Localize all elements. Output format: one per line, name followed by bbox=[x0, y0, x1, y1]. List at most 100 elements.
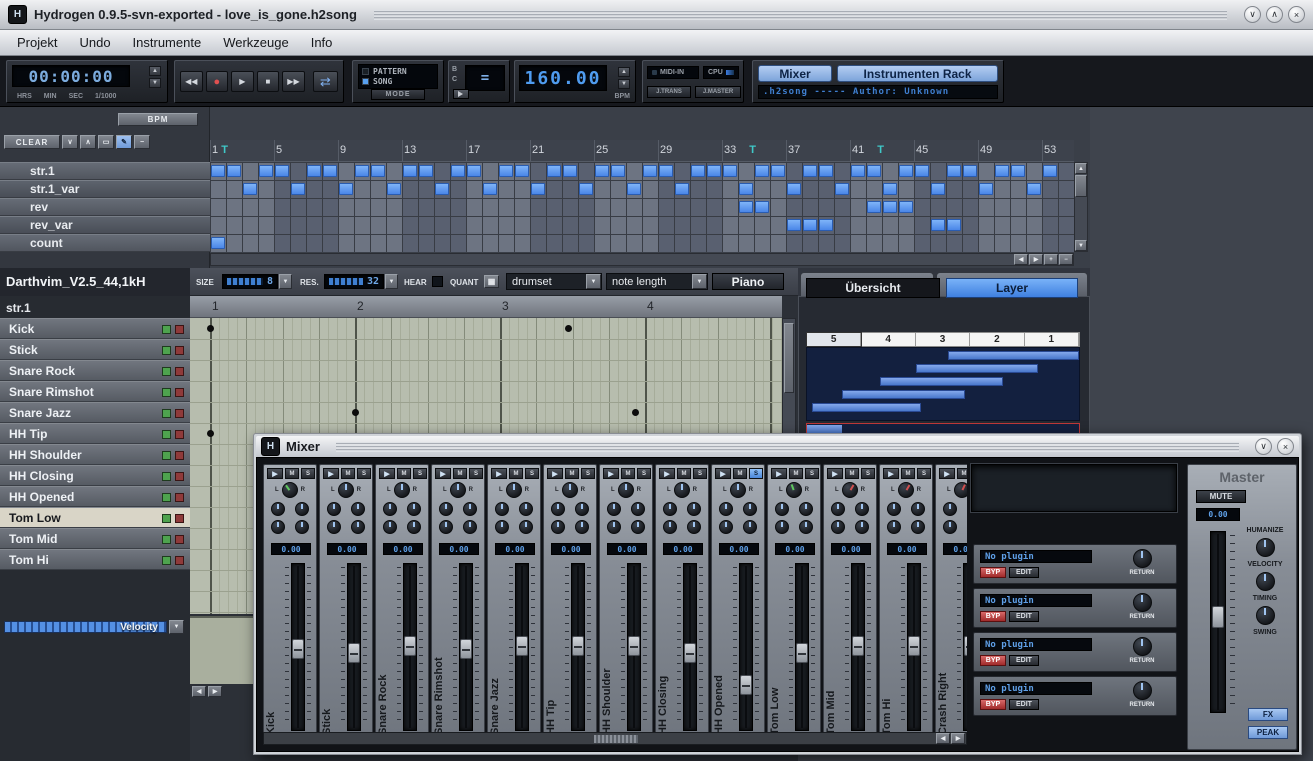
hear-toggle[interactable] bbox=[432, 276, 443, 287]
fx-send-knob-3[interactable] bbox=[495, 520, 509, 534]
instrument-mute-led[interactable] bbox=[162, 346, 171, 355]
fx-bypass-button[interactable]: BYP bbox=[980, 699, 1006, 710]
fx-send-knob-1[interactable] bbox=[495, 502, 509, 516]
fx-send-knob-3[interactable] bbox=[943, 520, 957, 534]
layer-number-3[interactable]: 3 bbox=[916, 333, 970, 346]
fx-send-knob-1[interactable] bbox=[327, 502, 341, 516]
song-pattern-cell[interactable] bbox=[211, 237, 225, 249]
song-pattern-cell[interactable] bbox=[291, 183, 305, 195]
song-pattern-cell[interactable] bbox=[899, 201, 913, 213]
note-dot[interactable] bbox=[632, 409, 639, 416]
fx-send-knob-1[interactable] bbox=[775, 502, 789, 516]
fx-edit-button[interactable]: EDIT bbox=[1009, 611, 1039, 622]
layer-bar[interactable] bbox=[842, 390, 964, 399]
song-mode-row[interactable]: SONG bbox=[362, 77, 434, 86]
master-mute-button[interactable]: MUTE bbox=[1196, 490, 1246, 503]
fx-return-knob[interactable] bbox=[1133, 593, 1152, 612]
instrument-solo-led[interactable] bbox=[175, 472, 184, 481]
strip-fader[interactable] bbox=[515, 563, 529, 731]
fx-send-knob-4[interactable] bbox=[575, 520, 589, 534]
strip-fader-handle[interactable] bbox=[852, 636, 864, 656]
fx-send-knob-1[interactable] bbox=[663, 502, 677, 516]
forward-button[interactable]: ▶▶ bbox=[282, 71, 305, 92]
fx-send-knob-1[interactable] bbox=[551, 502, 565, 516]
pattern-vscroll-thumb[interactable] bbox=[784, 323, 794, 393]
song-pattern-cell[interactable] bbox=[899, 165, 913, 177]
rewind-button[interactable]: ◀◀ bbox=[180, 71, 203, 92]
instrument-mute-led[interactable] bbox=[162, 514, 171, 523]
instrument-solo-led[interactable] bbox=[175, 451, 184, 460]
fx-send-knob-2[interactable] bbox=[519, 502, 533, 516]
pan-knob[interactable] bbox=[954, 482, 967, 498]
song-pattern-cell[interactable] bbox=[867, 201, 881, 213]
song-pattern-cell[interactable] bbox=[563, 165, 577, 177]
tempo-marker[interactable]: T bbox=[877, 144, 884, 156]
note-dot[interactable] bbox=[352, 409, 359, 416]
strip-fader-handle[interactable] bbox=[628, 636, 640, 656]
song-tool-button-2[interactable]: ▭ bbox=[98, 135, 114, 149]
strip-fader[interactable] bbox=[851, 563, 865, 731]
strip-solo-button[interactable]: S bbox=[357, 468, 371, 479]
strip-play-button[interactable]: ▶ bbox=[267, 468, 283, 479]
instrument-row-hh-opened[interactable]: HH Opened bbox=[0, 486, 190, 507]
song-pattern-cell[interactable] bbox=[451, 165, 465, 177]
timeline-tick-label[interactable]: 1 bbox=[212, 144, 218, 156]
strip-mute-button[interactable]: M bbox=[509, 468, 523, 479]
pattern-list-item-rev[interactable]: rev bbox=[0, 198, 210, 216]
timeline-tick-label[interactable]: 37 bbox=[788, 144, 800, 156]
song-pattern-cell[interactable] bbox=[339, 183, 353, 195]
strip-play-button[interactable]: ▶ bbox=[379, 468, 395, 479]
fx-send-knob-2[interactable] bbox=[295, 502, 309, 516]
strip-solo-button[interactable]: S bbox=[917, 468, 931, 479]
song-pattern-cell[interactable] bbox=[803, 219, 817, 231]
fx-bypass-button[interactable]: BYP bbox=[980, 611, 1006, 622]
song-pattern-cell[interactable] bbox=[931, 183, 945, 195]
zoom-out-icon[interactable]: − bbox=[1059, 254, 1073, 265]
song-pattern-cell[interactable] bbox=[883, 201, 897, 213]
strip-play-button[interactable]: ▶ bbox=[659, 468, 675, 479]
strip-fader-handle[interactable] bbox=[684, 643, 696, 663]
strip-solo-button[interactable]: S bbox=[301, 468, 315, 479]
fx-send-knob-4[interactable] bbox=[351, 520, 365, 534]
hydrogen-app-icon[interactable]: H bbox=[8, 5, 27, 24]
strip-solo-button[interactable]: S bbox=[469, 468, 483, 479]
timeline-tick-label[interactable]: 25 bbox=[596, 144, 608, 156]
fx-send-knob-3[interactable] bbox=[383, 520, 397, 534]
fx-send-knob-3[interactable] bbox=[887, 520, 901, 534]
pattern-list-item-count[interactable]: count bbox=[0, 234, 210, 252]
layer-bar[interactable] bbox=[916, 364, 1038, 373]
mixer-shade-button[interactable]: ∨ bbox=[1255, 438, 1272, 455]
song-pattern-cell[interactable] bbox=[643, 165, 657, 177]
strip-mute-button[interactable]: M bbox=[285, 468, 299, 479]
drumset-select[interactable]: drumset ▼ bbox=[506, 273, 602, 290]
master-fader[interactable] bbox=[1210, 531, 1226, 713]
strip-mute-button[interactable]: M bbox=[901, 468, 915, 479]
fx-edit-button[interactable]: EDIT bbox=[1009, 699, 1039, 710]
drumset-dropdown-icon[interactable]: ▼ bbox=[586, 274, 601, 289]
strip-mute-button[interactable]: M bbox=[621, 468, 635, 479]
velocity-dropdown-icon[interactable]: ▼ bbox=[169, 620, 184, 634]
instrument-rack-button[interactable]: Instrumenten Rack bbox=[837, 65, 998, 82]
song-pattern-cell[interactable] bbox=[515, 165, 529, 177]
fx-send-knob-4[interactable] bbox=[463, 520, 477, 534]
instrument-solo-led[interactable] bbox=[175, 514, 184, 523]
note-length-dropdown-icon[interactable]: ▼ bbox=[692, 274, 707, 289]
song-pattern-cell[interactable] bbox=[851, 165, 865, 177]
fx-name-display[interactable]: No plugin bbox=[980, 550, 1092, 563]
time-up-button[interactable]: ▲ bbox=[149, 66, 161, 76]
strip-play-button[interactable]: ▶ bbox=[771, 468, 787, 479]
instrument-solo-led[interactable] bbox=[175, 367, 184, 376]
instrument-row-hh-tip[interactable]: HH Tip bbox=[0, 423, 190, 444]
master-fader-handle[interactable] bbox=[1212, 606, 1224, 628]
song-vscroll-thumb[interactable] bbox=[1075, 175, 1087, 197]
fx-send-knob-3[interactable] bbox=[327, 520, 341, 534]
mixer-horizontal-scrollbar[interactable]: ◀ ▶ bbox=[263, 732, 967, 745]
song-tool-button-1[interactable]: ∧ bbox=[80, 135, 96, 149]
song-pattern-grid[interactable] bbox=[210, 162, 1074, 252]
instrument-row-hh-shoulder[interactable]: HH Shoulder bbox=[0, 444, 190, 465]
fx-send-knob-3[interactable] bbox=[719, 520, 733, 534]
instrument-solo-led[interactable] bbox=[175, 535, 184, 544]
timeline-tick-label[interactable]: 41 bbox=[852, 144, 864, 156]
overview-tab-button[interactable]: Übersicht bbox=[806, 278, 940, 298]
song-pattern-cell[interactable] bbox=[627, 183, 641, 195]
